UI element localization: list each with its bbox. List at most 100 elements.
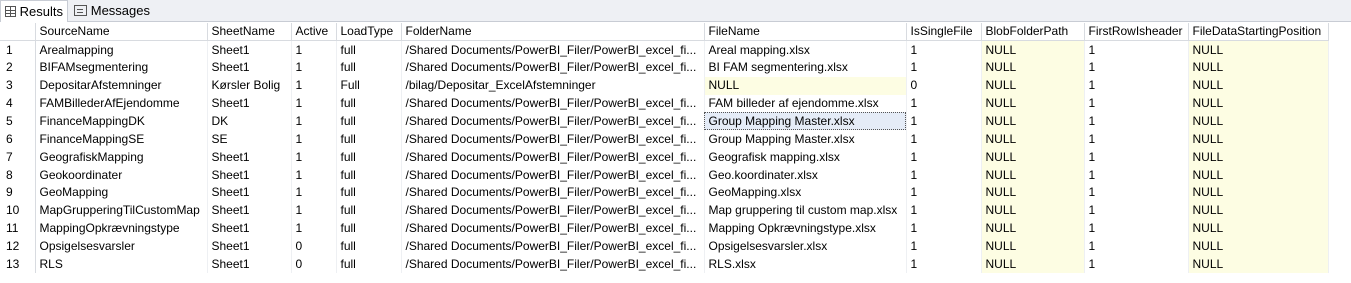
cell-loadtype[interactable]: full bbox=[336, 148, 402, 167]
cell-foldername[interactable]: /Shared Documents/PowerBI_Filer/PowerBI_… bbox=[401, 58, 705, 77]
cell-foldername[interactable]: /Shared Documents/PowerBI_Filer/PowerBI_… bbox=[401, 255, 705, 274]
cell-loadtype[interactable]: full bbox=[336, 219, 402, 238]
table-row[interactable]: 13 RLS Sheet1 0 full/Shared Documents/PowerB… bbox=[0, 255, 1329, 274]
tab-results[interactable]: Results bbox=[0, 0, 68, 22]
row-number[interactable]: 7 bbox=[0, 148, 36, 167]
table-row[interactable]: 9 GeoMapping Sheet1 1 full/Shared Documents/… bbox=[0, 184, 1329, 202]
cell-firstrowisheader[interactable]: 1 bbox=[1084, 94, 1189, 113]
cell-active[interactable]: 1 bbox=[291, 58, 337, 77]
row-number[interactable]: 10 bbox=[0, 201, 36, 220]
cell-filedatastartingposition[interactable]: NULL bbox=[1188, 58, 1329, 77]
table-row[interactable]: 12 Opsigelsesvarsler Sheet1 0 full/Shared Do… bbox=[0, 237, 1329, 256]
cell-filename[interactable]: Map gruppering til custom map.xlsx bbox=[704, 201, 907, 220]
cell-sheetname[interactable]: SE bbox=[207, 130, 292, 149]
cell-filedatastartingposition[interactable]: NULL bbox=[1188, 76, 1329, 95]
cell-sourcename[interactable]: DepositarAfstemninger bbox=[35, 76, 208, 95]
cell-sheetname[interactable]: Sheet1 bbox=[207, 184, 292, 202]
cell-loadtype[interactable]: full bbox=[336, 94, 402, 113]
cell-sheetname[interactable]: Sheet1 bbox=[207, 255, 292, 274]
row-number[interactable]: 11 bbox=[0, 219, 36, 238]
cell-filedatastartingposition[interactable]: NULL bbox=[1188, 201, 1329, 220]
row-number[interactable]: 6 bbox=[0, 130, 36, 149]
cell-active[interactable]: 1 bbox=[291, 184, 337, 202]
cell-issinglefile[interactable]: 0 bbox=[906, 76, 982, 95]
cell-filename[interactable]: GeoMapping.xlsx bbox=[704, 184, 907, 202]
cell-loadtype[interactable]: Full bbox=[336, 76, 402, 95]
cell-filename[interactable]: FAM billeder af ejendomme.xlsx bbox=[704, 94, 907, 113]
table-row[interactable]: 1 Arealmapping Sheet1 1 full/Shared Document… bbox=[0, 40, 1329, 59]
cell-sheetname[interactable]: Sheet1 bbox=[207, 148, 292, 167]
row-number[interactable]: 12 bbox=[0, 237, 36, 256]
row-number[interactable]: 1 bbox=[0, 40, 36, 59]
cell-filedatastartingposition[interactable]: NULL bbox=[1188, 112, 1329, 131]
cell-filename[interactable]: NULL bbox=[704, 76, 907, 95]
cell-sheetname[interactable]: Sheet1 bbox=[207, 94, 292, 113]
cell-loadtype[interactable]: full bbox=[336, 255, 402, 274]
column-header-filedatastartingposition[interactable]: FileDataStartingPosition bbox=[1188, 23, 1329, 42]
cell-issinglefile[interactable]: 1 bbox=[906, 237, 982, 256]
cell-firstrowisheader[interactable]: 1 bbox=[1084, 112, 1189, 131]
cell-firstrowisheader[interactable]: 1 bbox=[1084, 201, 1189, 220]
column-header-blobfolderpath[interactable]: BlobFolderPath bbox=[981, 23, 1085, 42]
cell-active[interactable]: 1 bbox=[291, 166, 337, 185]
cell-firstrowisheader[interactable]: 1 bbox=[1084, 148, 1189, 167]
cell-sheetname[interactable]: DK bbox=[207, 112, 292, 131]
cell-foldername[interactable]: /Shared Documents/PowerBI_Filer/PowerBI_… bbox=[401, 184, 705, 202]
cell-foldername[interactable]: /Shared Documents/PowerBI_Filer/PowerBI_… bbox=[401, 166, 705, 185]
cell-sourcename[interactable]: GeoMapping bbox=[35, 184, 208, 202]
cell-filename[interactable]: Opsigelsesvarsler.xlsx bbox=[704, 237, 907, 256]
cell-active[interactable]: 1 bbox=[291, 40, 337, 59]
cell-sheetname[interactable]: Kørsler Bolig bbox=[207, 76, 292, 95]
cell-foldername[interactable]: /Shared Documents/PowerBI_Filer/PowerBI_… bbox=[401, 40, 705, 59]
row-number-header[interactable] bbox=[0, 23, 36, 42]
cell-issinglefile[interactable]: 1 bbox=[906, 94, 982, 113]
cell-firstrowisheader[interactable]: 1 bbox=[1084, 76, 1189, 95]
cell-blobfolderpath[interactable]: NULL bbox=[981, 184, 1085, 202]
cell-foldername[interactable]: /Shared Documents/PowerBI_Filer/PowerBI_… bbox=[401, 130, 705, 149]
cell-blobfolderpath[interactable]: NULL bbox=[981, 166, 1085, 185]
cell-sourcename[interactable]: FAMBillederAfEjendomme bbox=[35, 94, 208, 113]
cell-sheetname[interactable]: Sheet1 bbox=[207, 237, 292, 256]
cell-firstrowisheader[interactable]: 1 bbox=[1084, 184, 1189, 202]
cell-issinglefile[interactable]: 1 bbox=[906, 130, 982, 149]
cell-sourcename[interactable]: RLS bbox=[35, 255, 208, 274]
cell-blobfolderpath[interactable]: NULL bbox=[981, 201, 1085, 220]
cell-active[interactable]: 1 bbox=[291, 148, 337, 167]
table-row[interactable]: 3 DepositarAfstemninger Kørsler Bolig 1 Full… bbox=[0, 76, 1329, 95]
table-row[interactable]: 11 MappingOpkrævningstype Sheet1 1 full/Shar… bbox=[0, 219, 1329, 238]
cell-filedatastartingposition[interactable]: NULL bbox=[1188, 255, 1329, 274]
cell-filedatastartingposition[interactable]: NULL bbox=[1188, 148, 1329, 167]
cell-loadtype[interactable]: full bbox=[336, 166, 402, 185]
cell-blobfolderpath[interactable]: NULL bbox=[981, 40, 1085, 59]
column-header-sourcename[interactable]: SourceName bbox=[35, 23, 208, 42]
cell-loadtype[interactable]: full bbox=[336, 201, 402, 220]
cell-filedatastartingposition[interactable]: NULL bbox=[1188, 184, 1329, 202]
cell-active[interactable]: 0 bbox=[291, 255, 337, 274]
cell-sourcename[interactable]: MapGrupperingTilCustomMap bbox=[35, 201, 208, 220]
cell-sourcename[interactable]: BIFAMsegmentering bbox=[35, 58, 208, 77]
cell-filedatastartingposition[interactable]: NULL bbox=[1188, 237, 1329, 256]
cell-active[interactable]: 1 bbox=[291, 201, 337, 220]
cell-foldername[interactable]: /bilag/Depositar_ExcelAfstemninger bbox=[401, 76, 705, 95]
cell-issinglefile[interactable]: 1 bbox=[906, 166, 982, 185]
table-row[interactable]: 10 MapGrupperingTilCustomMap Sheet1 1 full/S… bbox=[0, 201, 1329, 220]
row-number[interactable]: 2 bbox=[0, 58, 36, 77]
cell-issinglefile[interactable]: 1 bbox=[906, 184, 982, 202]
table-row[interactable]: 4 FAMBillederAfEjendomme Sheet1 1 full/Share… bbox=[0, 94, 1329, 113]
cell-issinglefile[interactable]: 1 bbox=[906, 201, 982, 220]
cell-issinglefile[interactable]: 1 bbox=[906, 219, 982, 238]
cell-blobfolderpath[interactable]: NULL bbox=[981, 130, 1085, 149]
table-row[interactable]: 7 GeografiskMapping Sheet1 1 full/Shared Doc… bbox=[0, 148, 1329, 167]
cell-blobfolderpath[interactable]: NULL bbox=[981, 148, 1085, 167]
table-row[interactable]: 2 BIFAMsegmentering Sheet1 1 full/Shared Doc… bbox=[0, 58, 1329, 77]
cell-loadtype[interactable]: full bbox=[336, 112, 402, 131]
cell-blobfolderpath[interactable]: NULL bbox=[981, 255, 1085, 274]
cell-filename[interactable]: Geografisk mapping.xlsx bbox=[704, 148, 907, 167]
cell-filedatastartingposition[interactable]: NULL bbox=[1188, 94, 1329, 113]
row-number[interactable]: 4 bbox=[0, 94, 36, 113]
cell-filedatastartingposition[interactable]: NULL bbox=[1188, 130, 1329, 149]
cell-firstrowisheader[interactable]: 1 bbox=[1084, 219, 1189, 238]
row-number[interactable]: 9 bbox=[0, 184, 36, 202]
cell-foldername[interactable]: /Shared Documents/PowerBI_Filer/PowerBI_… bbox=[401, 148, 705, 167]
cell-filename[interactable]: Geo.koordinater.xlsx bbox=[704, 166, 907, 185]
